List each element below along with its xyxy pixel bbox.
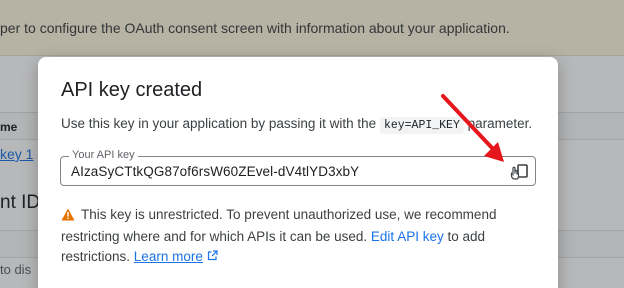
copy-icon[interactable] — [509, 162, 529, 180]
description-suffix: parameter. — [467, 116, 533, 131]
external-link-icon — [207, 249, 218, 264]
dialog-title: API key created — [61, 79, 203, 101]
edit-api-key-link[interactable]: Edit API key — [371, 229, 444, 244]
api-key-dialog: API key created Use this key in your app… — [38, 57, 558, 288]
code-snippet: key=API_KEY — [379, 117, 464, 134]
description-prefix: Use this key in your application by pass… — [61, 116, 377, 131]
dialog-description: Use this key in your application by pass… — [61, 116, 533, 134]
api-key-field-label: Your API key — [69, 149, 138, 161]
warning-icon — [61, 207, 75, 227]
unrestricted-warning: This key is unrestricted. To prevent una… — [61, 205, 531, 267]
learn-more-label: Learn more — [133, 249, 203, 264]
api-key-field[interactable]: Your API key AIzaSyCTtkQG87of6rsW60ZEvel… — [60, 149, 536, 186]
api-key-value[interactable]: AIzaSyCTtkQG87of6rsW60ZEvel-dV4tlYD3xbY — [71, 164, 359, 179]
learn-more-link[interactable]: Learn more — [134, 249, 203, 264]
